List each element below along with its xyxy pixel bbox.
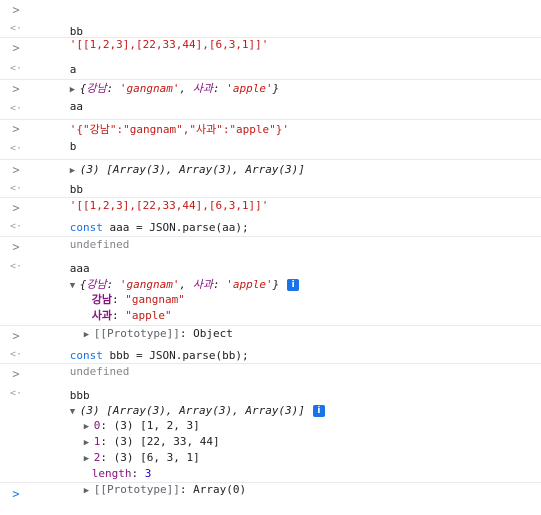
input-line: > bb bbox=[0, 0, 541, 38]
output-line: <· undefined bbox=[0, 218, 541, 251]
input-line: > const aaa = JSON.parse(aa); bbox=[0, 198, 541, 234]
console-entry-bb: > bb <· '[[1,2,3],[22,33,44],[6,3,1]]' bbox=[0, 0, 541, 51]
return-arrow-icon: <· bbox=[10, 63, 23, 74]
console-entry-b: > b <· ▶ (3) [Array(3), Array(3), Array(3)] bbox=[0, 120, 541, 176]
devtools-console: > bb <· '[[1,2,3],[22,33,44],[6,3,1]]' > a … bbox=[0, 0, 541, 513]
array-item-row[interactable]: ▶ 0: (3) [1, 2, 3] bbox=[0, 402, 541, 432]
output-line: <· ▼ {강남: 'gangnam', 사과: 'apple'} i bbox=[0, 258, 541, 291]
prototype-row[interactable]: ▶ [[Prototype]]: Object bbox=[0, 308, 541, 340]
array-item-row[interactable]: ▶ 2: (3) [6, 3, 1] bbox=[0, 434, 541, 464]
prompt-chevron-icon: > bbox=[12, 82, 20, 96]
input-line: > b bbox=[0, 120, 541, 153]
property-row[interactable]: 사과: "apple" bbox=[0, 292, 541, 322]
return-arrow-icon: <· bbox=[10, 183, 23, 194]
prompt-chevron-icon: > bbox=[12, 122, 20, 136]
output-line: <· ▶ {강남: 'gangnam', 사과: 'apple'} bbox=[0, 59, 541, 95]
output-line: <· ▶ (3) [Array(3), Array(3), Array(3)] bbox=[0, 138, 541, 176]
console-entry-const-aaa: > const aaa = JSON.parse(aa); <· undefined bbox=[0, 198, 541, 251]
output-line: <· undefined bbox=[0, 346, 541, 378]
output-line: <· '[[1,2,3],[22,33,44],[6,3,1]]' bbox=[0, 180, 541, 212]
return-arrow-icon: <· bbox=[10, 388, 23, 399]
output-line: <· '[[1,2,3],[22,33,44],[6,3,1]]' bbox=[0, 21, 541, 51]
property-row[interactable]: 강남: "gangnam" bbox=[0, 276, 541, 306]
return-arrow-icon: <· bbox=[10, 261, 23, 272]
input-line: > bbb bbox=[0, 364, 541, 402]
console-entry-bb-2: > bb <· '[[1,2,3],[22,33,44],[6,3,1]]' bbox=[0, 160, 541, 212]
input-line: > aaa bbox=[0, 237, 541, 275]
prompt-chevron-icon: > bbox=[12, 41, 20, 55]
prompt-chevron-icon: > bbox=[12, 240, 20, 254]
return-arrow-icon: <· bbox=[10, 143, 23, 154]
prompt-chevron-icon: > bbox=[12, 3, 20, 17]
prompt-chevron-icon: > bbox=[12, 487, 20, 501]
return-arrow-icon: <· bbox=[10, 23, 23, 34]
prompt-chevron-icon: > bbox=[12, 367, 20, 381]
prompt-chevron-icon: > bbox=[12, 201, 20, 215]
console-entry-aa: > aa <· '{"강남":"gangnam","사과":"apple"}' bbox=[0, 80, 541, 136]
console-input-prompt[interactable]: > bbox=[0, 483, 541, 505]
console-entry-aaa: > aaa <· ▼ {강남: 'gangnam', 사과: 'apple'} i 강남… bbox=[0, 237, 541, 340]
array-item-row[interactable]: ▶ 1: (3) [22, 33, 44] bbox=[0, 418, 541, 448]
output-line: <· '{"강남":"gangnam","사과":"apple"}' bbox=[0, 98, 541, 136]
prompt-chevron-icon: > bbox=[12, 329, 20, 343]
length-row: length: 3 bbox=[91, 467, 152, 480]
console-entry-const-bbb: > const bbb = JSON.parse(bb); <· undefined bbox=[0, 326, 541, 378]
input-line: > aa bbox=[0, 80, 541, 113]
return-arrow-icon: <· bbox=[10, 221, 23, 232]
console-entry-bbb: > bbb <· ▼ (3) [Array(3), Array(3), Array(3… bbox=[0, 364, 541, 496]
return-arrow-icon: <· bbox=[10, 103, 23, 114]
input-line: > const bbb = JSON.parse(bb); bbox=[0, 326, 541, 362]
return-arrow-icon: <· bbox=[10, 349, 23, 360]
console-entry-a: > a <· ▶ {강남: 'gangnam', 사과: 'apple'} bbox=[0, 38, 541, 95]
input-line: > a bbox=[0, 38, 541, 76]
output-line: <· ▼ (3) [Array(3), Array(3), Array(3)] i bbox=[0, 385, 541, 417]
prompt-chevron-icon: > bbox=[12, 163, 20, 177]
prototype-row[interactable]: ▶ [[Prototype]]: Array(0) bbox=[0, 466, 541, 496]
input-line: > bb bbox=[0, 160, 541, 196]
